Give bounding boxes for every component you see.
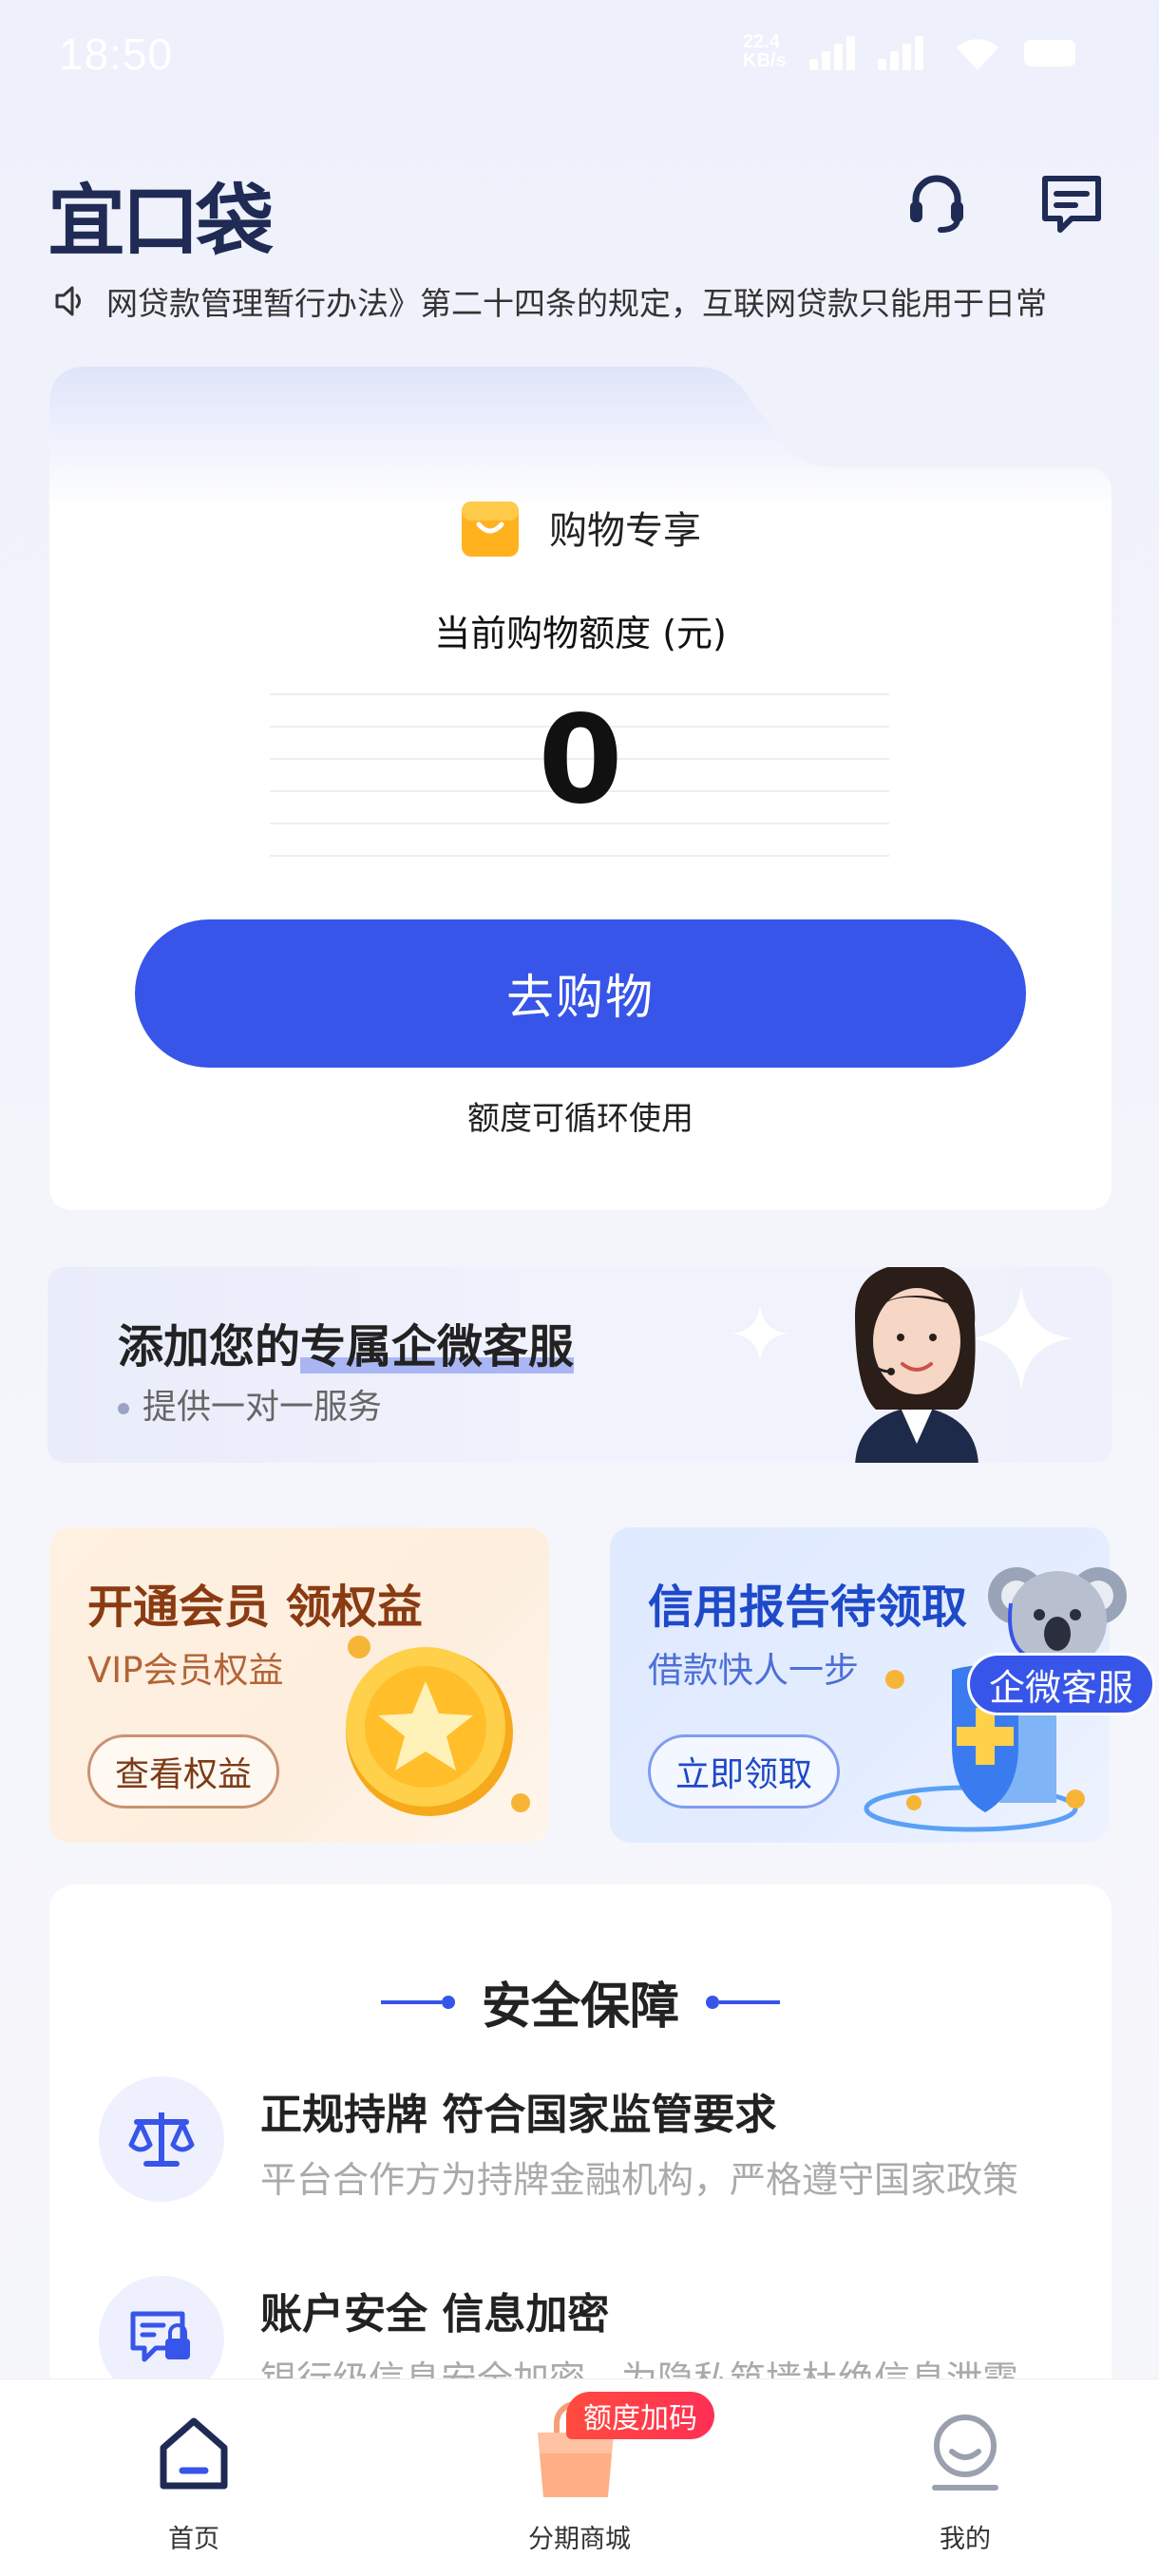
shopping-bag-icon (462, 502, 519, 557)
security-item-title: 正规持牌 符合国家监管要求 (260, 2091, 777, 2139)
security-item-title: 账户安全 信息加密 (260, 2290, 610, 2339)
network-speed-value: 22.4 (743, 31, 780, 52)
notice-bar[interactable]: 网贷款管理暂行办法》第二十四条的规定，互联网贷款只能用于日常 (53, 277, 1108, 325)
vip-promo-subtitle: VIP会员权益 (87, 1650, 284, 1691)
shopping-limit-card: 购物专享 当前购物额度 (元) 0 去购物 额度可循环使用 (49, 367, 1112, 1210)
app-logo: 宜口袋 (48, 177, 274, 267)
shopping-tag: 购物专享 (49, 496, 1112, 559)
status-bar: 18:50 22.4 KB/s (0, 0, 1159, 104)
signal-icon (809, 36, 863, 70)
limit-amount: 0 (538, 690, 623, 831)
notice-text: 网贷款管理暂行办法》第二十四条的规定，互联网贷款只能用于日常 (106, 285, 1047, 322)
network-speed: 22.4 KB/s (743, 32, 787, 70)
security-item: 正规持牌 符合国家监管要求 平台合作方为持牌金融机构，严格遵守国家政策 (99, 2076, 1087, 2209)
credit-promo-title: 信用报告待领取 (648, 1581, 968, 1634)
go-shopping-button[interactable]: 去购物 (135, 919, 1026, 1068)
home-icon (160, 2417, 228, 2490)
tab-home[interactable]: 首页 (80, 2379, 308, 2576)
heading-decoration (706, 1995, 780, 2009)
service-banner-title: 添加您的专属企微客服 (118, 1309, 575, 1375)
security-heading: 安全保障 (49, 1966, 1112, 2037)
service-banner-subtitle: 提供一对一服务 (118, 1379, 382, 1429)
shopping-tag-label: 购物专享 (549, 509, 701, 553)
vip-promo-card[interactable]: 开通会员 领权益 VIP会员权益 查看权益 (49, 1527, 549, 1843)
tab-label: 首页 (168, 2525, 219, 2554)
limit-boost-badge: 额度加码 (566, 2392, 714, 2439)
security-item-desc: 平台合作方为持牌金融机构，严格遵守国家政策 (260, 2159, 1019, 2201)
message-icon[interactable] (1037, 169, 1106, 237)
status-time: 18:50 (59, 29, 174, 79)
wifi-icon (957, 39, 998, 70)
security-heading-text: 安全保障 (481, 1979, 679, 2036)
tab-label: 我的 (940, 2525, 991, 2554)
profile-icon (932, 2415, 998, 2491)
wecom-service-float-button[interactable]: 企微客服 (967, 1653, 1156, 1715)
view-benefits-button[interactable]: 查看权益 (87, 1734, 280, 1809)
heading-decoration (380, 1995, 455, 2009)
credit-promo-subtitle: 借款快人一步 (648, 1650, 859, 1691)
star-coin-icon (346, 1636, 530, 1816)
limit-label: 当前购物额度 (元) (434, 613, 727, 654)
customer-service-avatar (855, 1267, 978, 1463)
network-speed-unit: KB/s (743, 50, 787, 71)
balance-scale-icon (99, 2076, 224, 2202)
limit-footnote: 额度可循环使用 (467, 1100, 694, 1138)
wecom-service-banner[interactable]: 添加您的专属企微客服 提供一对一服务 (48, 1267, 1112, 1463)
speaker-icon (55, 286, 81, 316)
service-banner-title-prefix: 添加您的 (118, 1320, 301, 1373)
headset-icon[interactable] (902, 169, 971, 237)
sparkle-icon (732, 1305, 788, 1362)
claim-now-button[interactable]: 立即领取 (648, 1734, 841, 1809)
tab-label: 分期商城 (528, 2525, 631, 2554)
battery-icon (1024, 40, 1075, 66)
signal-icon (878, 36, 931, 70)
service-banner-title-highlight: 专属企微客服 (300, 1320, 575, 1373)
tab-mine[interactable]: 我的 (851, 2379, 1079, 2576)
